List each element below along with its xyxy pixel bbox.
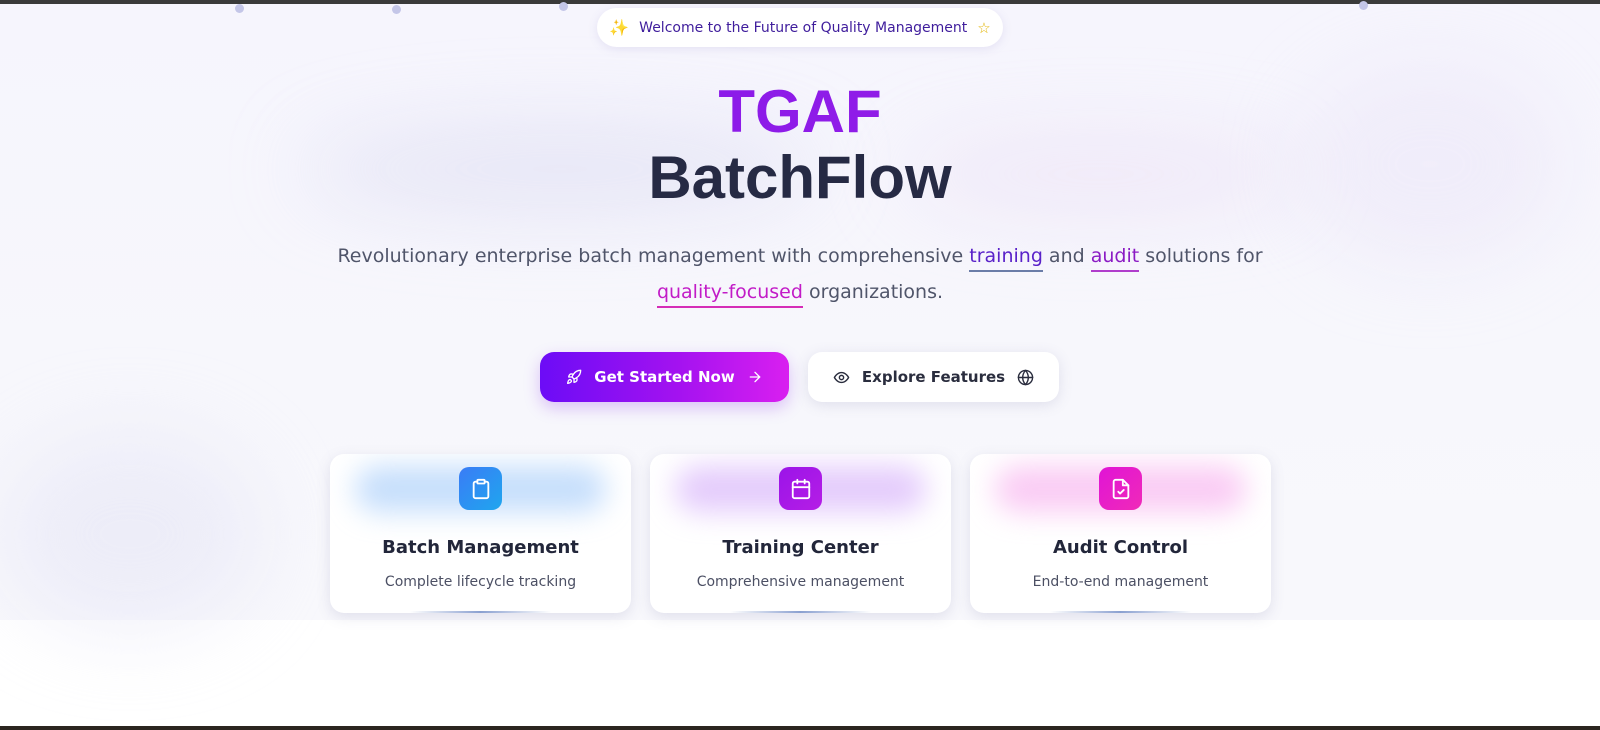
decorative-dot [1359, 1, 1368, 10]
feature-title: Training Center [722, 537, 879, 558]
eye-icon [833, 369, 850, 386]
hero-title-product: BatchFlow [648, 144, 952, 211]
background-glow [0, 434, 260, 634]
card-accent-line [730, 611, 871, 613]
decorative-dot [392, 5, 401, 14]
subtitle-text: organizations. [802, 281, 944, 303]
rocket-icon [566, 369, 582, 385]
feature-description: Complete lifecycle tracking [384, 574, 577, 590]
clipboard-icon [459, 467, 502, 510]
feature-card-audit-control[interactable]: Audit Control End-to-end management [970, 454, 1271, 613]
feature-description: Comprehensive management [696, 574, 905, 590]
highlight-audit: audit [1090, 243, 1140, 272]
welcome-badge: ✨ Welcome to the Future of Quality Manag… [597, 8, 1003, 47]
sparkle-icon: ✨ [609, 18, 630, 37]
feature-card-batch-management[interactable]: Batch Management Complete lifecycle trac… [330, 454, 631, 613]
star-icon: ☆ [977, 18, 991, 37]
welcome-badge-text: Welcome to the Future of Quality Managem… [639, 19, 968, 36]
get-started-button[interactable]: Get Started Now [540, 352, 789, 402]
hero-title-brand: TGAF [0, 74, 1600, 150]
feature-title: Audit Control [1052, 537, 1189, 558]
subtitle-text: solutions for [1139, 245, 1263, 267]
hero-subtitle: Revolutionary enterprise batch managemen… [300, 238, 1300, 310]
feature-card-training-center[interactable]: Training Center Comprehensive management [650, 454, 951, 613]
decorative-dot [559, 2, 568, 11]
explore-features-button[interactable]: Explore Features [808, 352, 1059, 402]
decorative-dot [235, 4, 244, 13]
explore-features-label: Explore Features [861, 368, 1006, 386]
file-check-icon [1099, 467, 1142, 510]
highlight-training: training [969, 243, 1043, 272]
calendar-icon [779, 467, 822, 510]
card-accent-line [1050, 611, 1191, 613]
get-started-label: Get Started Now [594, 368, 735, 386]
browser-bottom-edge [0, 726, 1600, 730]
arrow-right-icon [747, 369, 763, 385]
feature-title: Batch Management [382, 537, 579, 558]
highlight-quality-focused: quality-focused [656, 279, 803, 308]
globe-icon [1017, 369, 1034, 386]
feature-description: End-to-end management [1032, 574, 1209, 590]
subtitle-text: and [1042, 245, 1091, 267]
card-accent-line [410, 611, 551, 613]
subtitle-text: Revolutionary enterprise batch managemen… [337, 245, 970, 267]
